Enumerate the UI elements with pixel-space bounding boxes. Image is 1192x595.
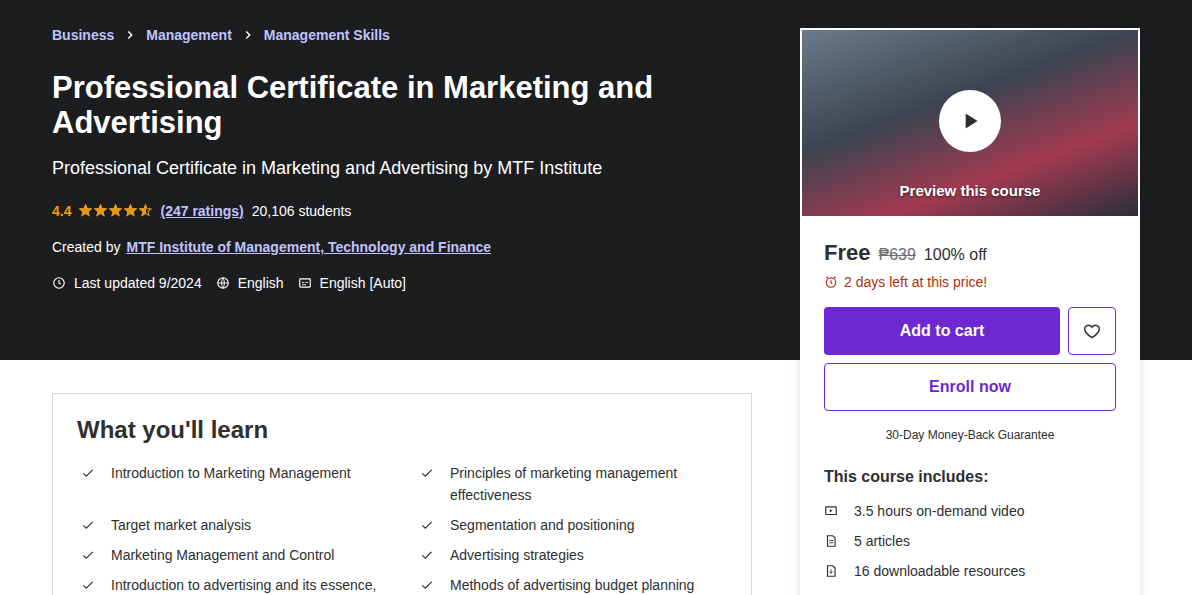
check-icon xyxy=(81,548,95,562)
enroll-now-button[interactable]: Enroll now xyxy=(824,363,1116,411)
language: English xyxy=(216,275,284,291)
wishlist-button[interactable] xyxy=(1068,307,1116,355)
learn-item: Methods of advertising budget planning xyxy=(416,574,727,595)
price: Free xyxy=(824,240,870,266)
star-icon xyxy=(139,204,152,217)
star-icon xyxy=(79,204,92,217)
play-button[interactable] xyxy=(939,90,1001,152)
captions-icon xyxy=(298,276,312,290)
check-icon xyxy=(420,466,434,480)
preview-label: Preview this course xyxy=(900,182,1041,199)
star-icon xyxy=(109,204,122,217)
learn-item: Target market analysis xyxy=(77,514,388,536)
course-page: Business Management Management Skills Pr… xyxy=(0,0,1192,595)
check-icon xyxy=(420,548,434,562)
globe-icon xyxy=(216,276,230,290)
price-deadline: 2 days left at this price! xyxy=(824,274,1116,290)
learn-item: Introduction to advertising and its esse… xyxy=(77,574,388,595)
includes-title: This course includes: xyxy=(824,468,1116,486)
students-count: 20,106 students xyxy=(252,203,352,219)
discount: 100% off xyxy=(924,246,987,264)
price-row: Free ₱639 100% off xyxy=(824,240,1116,266)
include-item: 3.5 hours on-demand video xyxy=(824,496,1116,526)
download-icon xyxy=(824,564,838,578)
learn-item: Segmentation and positioning xyxy=(416,514,727,536)
author-link[interactable]: MTF Institute of Management, Technology … xyxy=(126,239,491,255)
last-updated: Last updated 9/2024 xyxy=(52,275,202,291)
include-item: 16 downloadable resources xyxy=(824,556,1116,586)
check-icon xyxy=(81,578,95,592)
article-icon xyxy=(824,534,838,548)
check-icon xyxy=(81,518,95,532)
what-youll-learn: What you'll learn Introduction to Market… xyxy=(52,393,752,595)
course-preview[interactable]: Preview this course xyxy=(802,30,1138,216)
clock-icon xyxy=(52,276,66,290)
chevron-right-icon xyxy=(241,28,255,42)
ratings-link[interactable]: (247 ratings) xyxy=(160,203,243,219)
heart-icon xyxy=(1082,321,1102,341)
learn-item: Advertising strategies xyxy=(416,544,727,566)
star-icon xyxy=(124,204,137,217)
rating-value: 4.4 xyxy=(52,203,71,219)
created-by-label: Created by xyxy=(52,239,120,255)
breadcrumb-item[interactable]: Management Skills xyxy=(264,27,390,43)
money-back-guarantee: 30-Day Money-Back Guarantee xyxy=(824,428,1116,442)
play-icon xyxy=(957,108,983,134)
learn-item: Marketing Management and Control xyxy=(77,544,388,566)
check-icon xyxy=(420,518,434,532)
check-icon xyxy=(81,466,95,480)
breadcrumb-item[interactable]: Management xyxy=(146,27,232,43)
section-title: What you'll learn xyxy=(77,416,727,444)
learn-item: Principles of marketing management effec… xyxy=(416,462,727,506)
chevron-right-icon xyxy=(123,28,137,42)
original-price: ₱639 xyxy=(878,246,915,264)
star-rating xyxy=(79,204,152,217)
purchase-card: Preview this course Free ₱639 100% off 2… xyxy=(800,28,1140,595)
captions: English [Auto] xyxy=(298,275,406,291)
breadcrumb-item[interactable]: Business xyxy=(52,27,114,43)
check-icon xyxy=(420,578,434,592)
star-icon xyxy=(94,204,107,217)
add-to-cart-button[interactable]: Add to cart xyxy=(824,307,1060,355)
course-title: Professional Certificate in Marketing an… xyxy=(52,71,752,140)
alarm-icon xyxy=(824,275,838,289)
learn-item: Introduction to Marketing Management xyxy=(77,462,388,506)
include-item: 5 articles xyxy=(824,526,1116,556)
video-icon xyxy=(824,504,838,518)
